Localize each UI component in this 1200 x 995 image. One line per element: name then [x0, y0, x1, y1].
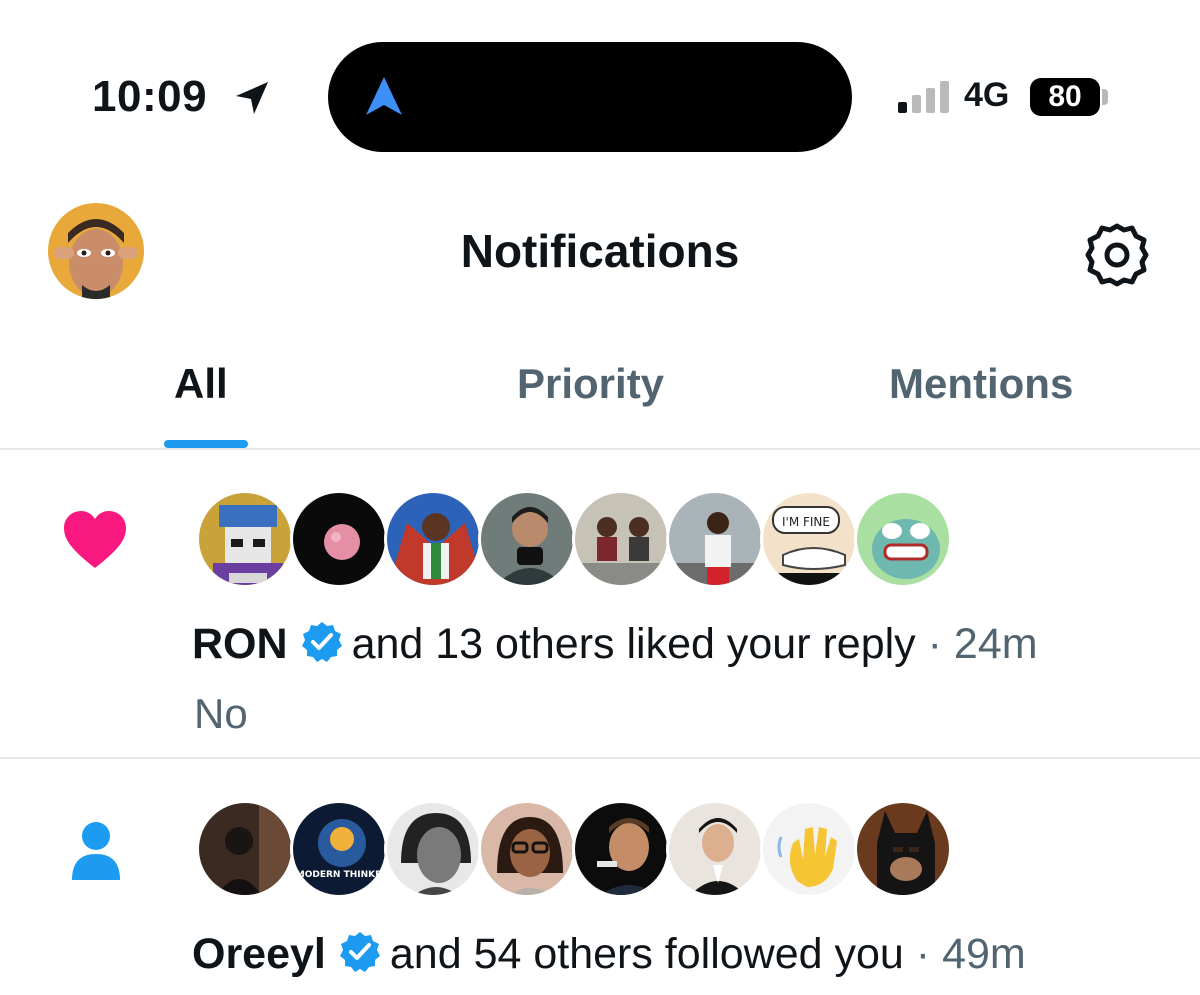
battery-indicator: 80: [1030, 78, 1100, 116]
gear-icon[interactable]: [1084, 222, 1150, 288]
tab-all[interactable]: All: [174, 360, 228, 408]
avatar[interactable]: [384, 490, 482, 588]
avatar[interactable]: [666, 490, 764, 588]
avatar-text: I'M FINE: [782, 515, 830, 529]
separator: ·: [915, 930, 931, 978]
avatar[interactable]: [572, 490, 670, 588]
row-divider: [0, 757, 1200, 759]
avatar[interactable]: I'M FINE: [760, 490, 858, 588]
battery-nub: [1102, 89, 1108, 105]
avatar-text: MODERN THINKER: [296, 870, 388, 880]
avatar[interactable]: [196, 490, 294, 588]
actor-name[interactable]: Oreeyl: [192, 930, 326, 978]
avatar[interactable]: [572, 800, 670, 898]
tab-mentions[interactable]: Mentions: [889, 360, 1073, 408]
heart-icon: [64, 511, 126, 568]
avatar[interactable]: [384, 800, 482, 898]
avatar[interactable]: [666, 800, 764, 898]
reply-snippet: No: [194, 690, 248, 737]
avatar[interactable]: [196, 800, 294, 898]
notification-text: Oreeyl and 54 others followed you · 49m: [192, 930, 1026, 979]
actor-name[interactable]: RON: [192, 620, 288, 668]
time-ago: 49m: [942, 930, 1026, 978]
notification-action: and 54 others followed you: [389, 930, 904, 978]
active-tab-indicator: [164, 440, 248, 448]
avatar[interactable]: [478, 490, 576, 588]
navigation-arrow-icon: [366, 77, 402, 115]
avatar[interactable]: MODERN THINKER: [290, 800, 388, 898]
avatar[interactable]: [854, 800, 952, 898]
notification-action: and 13 others liked your reply: [351, 620, 916, 668]
status-bar: 10:09 4G 80: [0, 0, 1200, 190]
avatar[interactable]: [290, 490, 388, 588]
person-icon: [72, 822, 120, 880]
page-title: Notifications: [460, 225, 740, 277]
network-type: 4G: [964, 76, 1010, 114]
verified-badge-icon: [301, 622, 342, 662]
verified-badge-icon: [339, 932, 380, 972]
avatar[interactable]: [478, 800, 576, 898]
dynamic-island: [328, 42, 852, 152]
avatar[interactable]: [854, 490, 952, 588]
status-time: 10:09: [92, 72, 208, 121]
separator: ·: [927, 620, 942, 668]
signal-bars-icon: [898, 81, 949, 113]
avatar[interactable]: [760, 800, 858, 898]
tab-priority[interactable]: Priority: [517, 360, 664, 408]
notification-tabs: All Priority Mentions: [0, 340, 1200, 450]
time-ago: 24m: [953, 620, 1038, 668]
tabs-divider: [0, 448, 1200, 450]
notification-text: RON and 13 others liked your reply · 24m: [192, 620, 1038, 669]
location-arrow-icon: [236, 82, 268, 114]
